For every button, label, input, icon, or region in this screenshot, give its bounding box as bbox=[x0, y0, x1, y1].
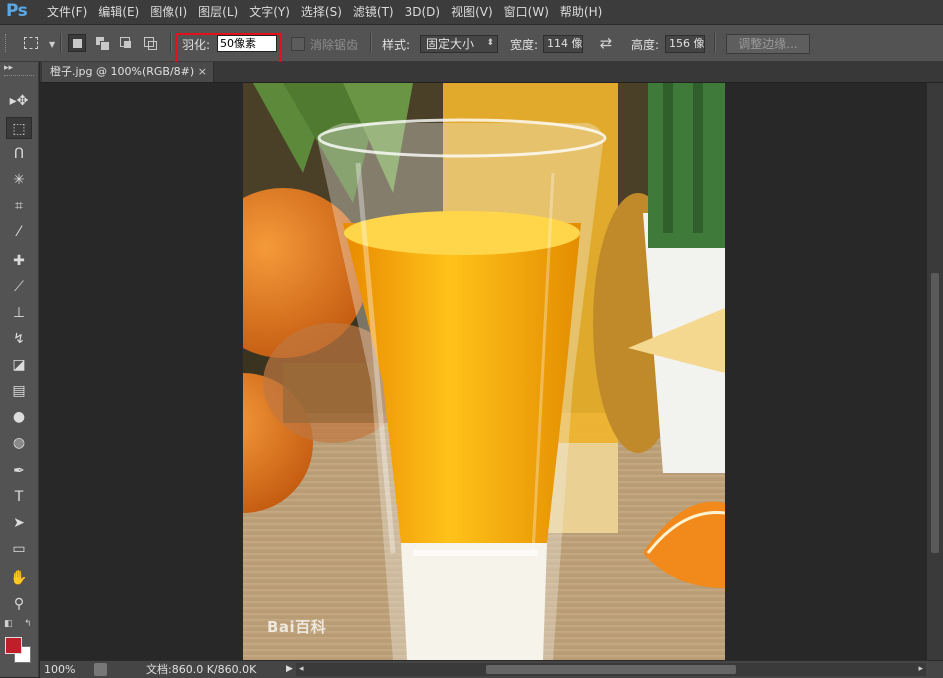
orange-juice-photo bbox=[243, 83, 725, 660]
document-tab-strip: 橙子.jpg @ 100%(RGB/8#) × bbox=[40, 62, 943, 83]
vertical-scroll-thumb[interactable] bbox=[931, 273, 939, 553]
menu-3d[interactable]: 3D(D) bbox=[404, 0, 450, 24]
blur-icon[interactable]: ● bbox=[6, 406, 32, 428]
crop-icon[interactable]: ⌗ bbox=[6, 195, 32, 217]
new-selection-button[interactable] bbox=[68, 34, 86, 52]
pen-icon[interactable]: ✒ bbox=[6, 460, 32, 482]
toolbox-panel: ▸▸ ▸✥ ⬚ ᑎ ✳ ⌗ ⁄ ✚ ⟋ ⊥ ↯ ◪ ▤ ● ◍ ✒ T ➤ ▭ … bbox=[0, 62, 39, 677]
menu-items: 文件(F) 编辑(E) 图像(I) 图层(L) 文字(Y) 选择(S) 滤镜(T… bbox=[46, 0, 612, 24]
path-select-icon[interactable]: ➤ bbox=[6, 512, 32, 534]
menu-window[interactable]: 窗口(W) bbox=[503, 0, 559, 24]
export-icon[interactable] bbox=[94, 663, 107, 676]
eyedropper-icon[interactable]: ⁄ bbox=[6, 221, 32, 243]
tool-preset-picker[interactable]: ▼ bbox=[21, 34, 55, 52]
eraser-icon[interactable]: ◪ bbox=[6, 354, 32, 376]
lasso-icon[interactable]: ᑎ bbox=[6, 143, 32, 165]
style-select-value: 固定大小 bbox=[426, 37, 475, 51]
baidu-watermark: Bai百科 bbox=[267, 618, 327, 636]
horizontal-scrollbar[interactable]: ◂ ▸ bbox=[296, 663, 926, 676]
menu-type[interactable]: 文字(Y) bbox=[248, 0, 300, 24]
shape-icon[interactable]: ▭ bbox=[6, 538, 32, 560]
document-image[interactable]: Bai百科 bbox=[243, 83, 725, 660]
menu-select[interactable]: 选择(S) bbox=[300, 0, 352, 24]
menu-help[interactable]: 帮助(H) bbox=[559, 0, 612, 24]
options-bar: ▼ 羽化: 50像素 消除锯齿 样式: 固定大小 ⬍ 宽度: 114 像 ⇄ 高… bbox=[0, 25, 943, 62]
toolbox-grip[interactable] bbox=[4, 75, 34, 79]
zoom-icon[interactable]: ⚲ bbox=[6, 593, 32, 615]
menu-edit[interactable]: 编辑(E) bbox=[97, 0, 149, 24]
new-selection-icon bbox=[73, 39, 82, 48]
divider bbox=[60, 33, 62, 53]
status-menu-arrow-icon[interactable]: ▶ bbox=[286, 661, 293, 678]
document-tab[interactable]: 橙子.jpg @ 100%(RGB/8#) × bbox=[42, 62, 214, 82]
height-label: 高度: bbox=[631, 38, 660, 52]
move-tool-icon[interactable]: ▸✥ bbox=[6, 90, 32, 112]
add-selection-icon-part bbox=[100, 41, 110, 51]
options-bar-grip[interactable] bbox=[5, 34, 9, 52]
swap-width-height-icon[interactable]: ⇄ bbox=[598, 34, 614, 52]
canvas-area[interactable]: Bai百科 bbox=[40, 83, 943, 660]
default-colors-icon[interactable]: ◧ bbox=[4, 619, 13, 629]
rect-marquee-icon bbox=[24, 37, 38, 49]
chevron-down-icon: ▼ bbox=[49, 40, 56, 49]
history-brush-icon[interactable]: ↯ bbox=[6, 328, 32, 350]
menu-file[interactable]: 文件(F) bbox=[46, 0, 97, 24]
width-label: 宽度: bbox=[510, 38, 539, 52]
zoom-level[interactable]: 100% bbox=[44, 661, 75, 678]
type-icon[interactable]: T bbox=[6, 486, 32, 508]
brush-icon[interactable]: ⟋ bbox=[6, 276, 32, 298]
antialias-label: 消除锯齿 bbox=[310, 38, 359, 52]
healing-brush-icon[interactable]: ✚ bbox=[6, 250, 32, 272]
horizontal-scroll-thumb[interactable] bbox=[486, 665, 736, 674]
menu-filter[interactable]: 滤镜(T) bbox=[352, 0, 404, 24]
status-bar: 100% 文档:860.0 K/860.0K ▶ ◂ ▸ bbox=[40, 660, 943, 678]
hand-icon[interactable]: ✋ bbox=[6, 567, 32, 589]
subtract-selection-icon-part bbox=[124, 41, 131, 48]
photoshop-logo: Ps bbox=[6, 1, 28, 21]
antialias-checkbox[interactable] bbox=[291, 37, 305, 51]
foreground-color-swatch[interactable] bbox=[5, 637, 22, 654]
divider bbox=[714, 33, 716, 53]
collapse-toolbox-icon[interactable]: ▸▸ bbox=[4, 63, 13, 73]
menu-layer[interactable]: 图层(L) bbox=[197, 0, 248, 24]
refine-edge-button[interactable]: 调整边缘... bbox=[726, 34, 810, 54]
add-to-selection-button[interactable] bbox=[93, 34, 111, 52]
updown-arrows-icon: ⬍ bbox=[486, 38, 494, 48]
document-tab-title: 橙子.jpg @ 100%(RGB/8#) bbox=[50, 65, 195, 78]
intersect-selection-icon-part bbox=[148, 41, 157, 50]
close-icon[interactable]: × bbox=[198, 62, 207, 82]
menu-bar: Ps 文件(F) 编辑(E) 图像(I) 图层(L) 文字(Y) 选择(S) 滤… bbox=[0, 0, 943, 25]
intersect-selection-button[interactable] bbox=[141, 34, 159, 52]
scroll-right-icon[interactable]: ▸ bbox=[918, 661, 923, 678]
magic-wand-icon[interactable]: ✳ bbox=[6, 169, 32, 191]
dodge-icon[interactable]: ◍ bbox=[6, 432, 32, 454]
scroll-left-icon[interactable]: ◂ bbox=[299, 661, 304, 678]
rect-marquee-icon[interactable]: ⬚ bbox=[6, 117, 32, 139]
gradient-icon[interactable]: ▤ bbox=[6, 380, 32, 402]
subtract-selection-button[interactable] bbox=[117, 34, 135, 52]
clone-stamp-icon[interactable]: ⊥ bbox=[6, 302, 32, 324]
style-label: 样式: bbox=[382, 38, 411, 52]
divider bbox=[170, 33, 172, 53]
swap-colors-icon[interactable]: ↰ bbox=[24, 619, 32, 629]
menu-image[interactable]: 图像(I) bbox=[149, 0, 197, 24]
height-input[interactable]: 156 像 bbox=[665, 35, 705, 53]
style-select[interactable]: 固定大小 ⬍ bbox=[420, 35, 498, 53]
document-size: 文档:860.0 K/860.0K bbox=[146, 663, 257, 676]
width-input[interactable]: 114 像 bbox=[543, 35, 583, 53]
menu-view[interactable]: 视图(V) bbox=[450, 0, 503, 24]
vertical-scrollbar[interactable] bbox=[927, 83, 943, 660]
divider bbox=[370, 33, 372, 53]
